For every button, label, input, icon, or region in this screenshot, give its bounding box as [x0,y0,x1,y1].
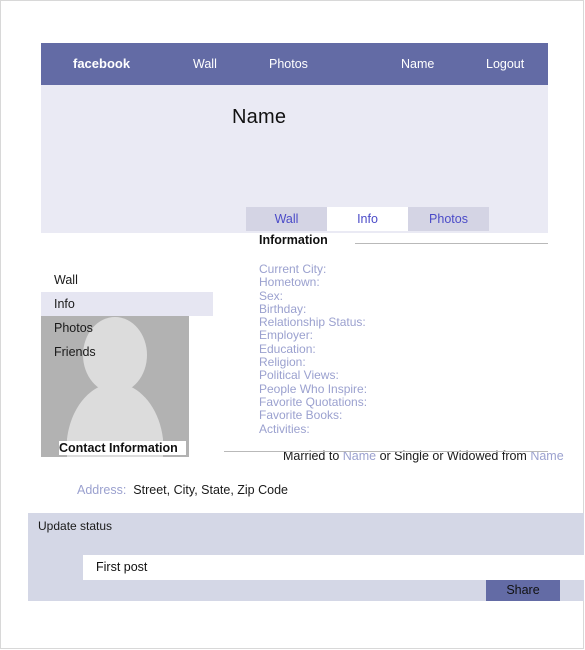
top-navigation-bar: facebook Wall Photos Name Logout [41,43,548,85]
update-status-bar: Update status First post Share [28,513,584,601]
information-field-list: Current City: Hometown: Sex: Birthday: R… [259,262,548,436]
sidebar-item-photos[interactable]: Photos [41,316,213,340]
info-field-sex: Sex: [259,288,284,303]
info-field-birthday: Birthday: [259,301,307,316]
page-frame: facebook Wall Photos Name Logout Name Wa… [0,0,584,649]
contact-section-header: Contact Information [59,441,548,461]
facebook-logo[interactable]: facebook [73,56,130,72]
update-status-label: Update status [38,519,113,533]
profile-card: facebook Wall Photos Name Logout Name Wa… [41,43,564,563]
address-row: Address: Street, City, State, Zip Code [77,483,548,497]
status-input-value: First post [96,560,148,574]
nav-link-name[interactable]: Name [401,56,434,72]
information-section-header: Information [259,233,548,253]
tab-wall[interactable]: Wall [246,207,327,231]
info-field-favorite-books: Favorite Books: [259,408,343,423]
info-field-political-views: Political Views: [259,368,339,383]
info-field-current-city: Current City: [259,262,327,276]
tab-info[interactable]: Info [327,207,408,231]
information-title: Information [259,233,336,247]
sidebar-item-friends[interactable]: Friends [41,340,213,364]
nav-link-photos[interactable]: Photos [269,56,308,72]
info-field-education: Education: [259,341,316,356]
info-field-religion: Religion: [259,355,306,370]
contact-divider [224,451,548,452]
address-label: Address: [77,483,127,497]
profile-header: Name Wall Info Photos [41,85,548,233]
profile-tabs: Wall Info Photos [246,207,489,231]
nav-link-logout[interactable]: Logout [486,56,524,72]
info-field-activities: Activities: [259,421,310,436]
info-field-employer: Employer: [259,328,314,343]
page-title: Name [232,106,287,128]
status-input[interactable]: First post [83,555,584,580]
sidebar-item-info[interactable]: Info [41,292,213,316]
information-divider [355,243,548,244]
info-field-people-who-inspire: People Who Inspire: [259,381,368,396]
info-field-hometown: Hometown: [259,275,320,290]
info-field-favorite-quotations: Favorite Quotations: [259,394,368,409]
contact-information-panel: Contact Information Address: Street, Cit… [59,441,548,497]
info-field-relationship-status: Relationship Status: [259,315,366,330]
address-value: Street, City, State, Zip Code [133,483,288,497]
sidebar-item-wall[interactable]: Wall [41,268,213,292]
tab-photos[interactable]: Photos [408,207,489,231]
information-panel: Information Current City: Hometown: Sex:… [259,233,564,463]
share-button[interactable]: Share [486,580,560,601]
nav-link-wall[interactable]: Wall [193,56,217,72]
sidebar-menu: Wall Info Photos Friends [41,268,213,364]
contact-information-title: Contact Information [59,441,186,455]
